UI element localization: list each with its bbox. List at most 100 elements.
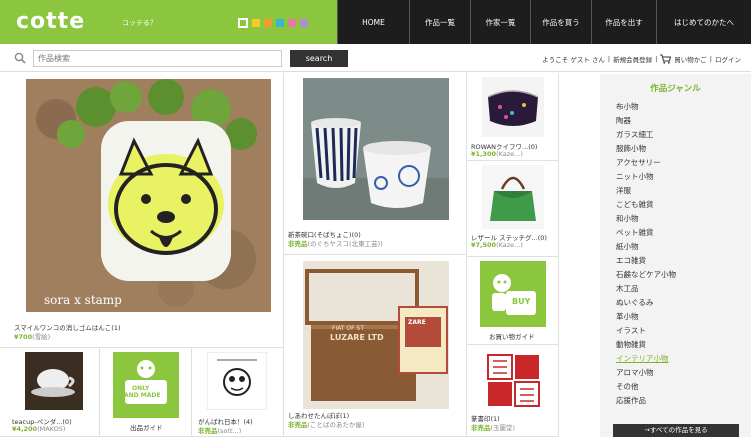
genre-link[interactable]: 革小物 [616,310,676,324]
swatch-yellow[interactable] [252,19,260,27]
product-image-stamp[interactable] [26,79,271,312]
nav-home[interactable]: HOME [337,0,409,44]
product-image-pouch[interactable] [482,77,544,137]
artist-name[interactable]: (sott...) [218,427,242,435]
genre-link[interactable]: 紙小物 [616,240,676,254]
guide-caption[interactable]: お買い物ガイド [489,331,535,341]
nav-works[interactable]: 作品一覧 [409,0,470,44]
genre-link[interactable]: その他 [616,380,676,394]
product-card-pouch[interactable]: ROWANクイフワ...(0) ¥1,300(Kaze...) [467,73,559,161]
genre-link[interactable]: 応援作品 [616,394,676,408]
genre-link[interactable]: ニット小物 [616,170,676,184]
box-label-sub: FIAT OF ST [332,325,364,332]
badge-text-bottom: HAND MADE [119,392,161,399]
genre-link[interactable]: 洋服 [616,184,676,198]
swatch-pink[interactable] [288,19,296,27]
genre-link[interactable]: イラスト [616,324,676,338]
swatch-purple[interactable] [300,19,308,27]
main-nav: HOME 作品一覧 作家一覧 作品を買う 作品を出す はじめてのかたへ [337,0,751,44]
product-image-seal[interactable] [482,349,544,411]
guide-card-handmade[interactable]: ONLY HAND MADE 出品ガイド [100,348,192,437]
price-value: 非売品 [198,427,218,435]
product-card-seal[interactable]: 篆書印(1) 非売品(玉蘭堂) [467,345,559,437]
genre-link[interactable]: 服飾小物 [616,142,676,156]
search-button[interactable]: search [290,50,348,67]
product-card-robot[interactable]: がんばれ日本！(4) 非売品(sott...) [192,348,284,437]
view-all-button[interactable]: →すべての作品を見る [613,424,739,437]
price-value: 非売品 [471,424,491,432]
search-input[interactable] [33,50,282,67]
nav-buy[interactable]: 作品を買う [530,0,591,44]
genre-title: 作品ジャンル [650,84,701,94]
genre-link[interactable]: ガラス細工 [616,128,676,142]
artist-name[interactable]: (Kaze...) [496,241,523,249]
product-price: ¥7,500(Kaze...) [471,241,523,249]
product-card-stamp[interactable]: sora x stamp スマイルワンコの消しゴムはんこ(1) ¥700(雪絵) [0,73,284,348]
artist-name[interactable]: (ことばのあたか屋) [308,421,365,429]
genre-link[interactable]: 石鹸などケア小物 [616,268,676,282]
swatch-blue[interactable] [276,19,284,27]
product-price: 非売品(のぐちヤスコ(北東工芸)) [288,238,383,248]
artist-name[interactable]: (MAKOS) [37,425,65,433]
price-value: ¥7,500 [471,241,497,249]
product-image-bag[interactable] [482,165,544,229]
product-price: 非売品(玉蘭堂) [471,422,515,432]
genre-link[interactable]: 動物雑貨 [616,338,676,352]
artist-name[interactable]: (玉蘭堂) [491,424,516,432]
buy-badge-icon[interactable] [480,261,546,327]
nav-sell[interactable]: 作品を出す [591,0,656,44]
genre-link[interactable]: アクセサリー [616,156,676,170]
product-price: 非売品(sott...) [198,425,241,435]
separator: | [607,55,611,63]
genre-link[interactable]: 和小物 [616,212,676,226]
cart-link[interactable]: 買い物かご [674,54,707,64]
login-link[interactable]: ログイン [715,54,741,64]
artist-name[interactable]: (Kaze...) [496,150,523,158]
genre-link[interactable]: 陶器 [616,114,676,128]
product-card-box[interactable]: LUZARE LTD FIAT OF ST ZARE しあわせたんぽぽ(1) 非… [284,255,467,437]
price-value: ¥700 [14,333,33,341]
genre-link[interactable]: 木工品 [616,282,676,296]
product-image-teacup[interactable] [25,352,83,410]
guide-card-buy[interactable]: BUY お買い物ガイド [467,257,559,345]
buy-badge-text: BUY [512,297,531,306]
separator: | [709,55,712,63]
artist-name[interactable]: (のぐちヤスコ(北東工芸)) [308,240,383,248]
genre-link[interactable]: こども雑貨 [616,198,676,212]
logo-area: cotte コッテる？ [0,0,337,44]
product-price: ¥700(雪絵) [14,331,50,341]
color-swatches [238,18,308,28]
product-image-robot[interactable] [207,352,267,410]
nav-artists[interactable]: 作家一覧 [470,0,530,44]
search-row: search ようこそ ゲスト さん | 新規会員登録 | 買い物かご | ログ… [0,46,751,72]
genre-link[interactable]: インテリア小物 [616,352,676,366]
genre-list: 布小物 陶器 ガラス細工 服飾小物 アクセサリー ニット小物 洋服 こども雑貨 和小物 ペット雑貨… [616,100,676,408]
genre-link[interactable]: エコ雑貨 [616,254,676,268]
price-value: 非売品 [288,421,308,429]
guide-caption[interactable]: 出品ガイド [130,422,163,432]
product-card-bag[interactable]: レザール ステッチグ...(0) ¥7,500(Kaze...) [467,161,559,257]
genre-link[interactable]: アロマ小物 [616,366,676,380]
product-card-cups[interactable]: 新茶碗口(そばちょこ)(0) 非売品(のぐちヤスコ(北東工芸)) [284,73,467,255]
product-image-cups[interactable] [303,78,449,220]
book-cover-text: ZARE [408,319,426,326]
genre-link[interactable]: ぬいぐるみ [616,296,676,310]
register-link[interactable]: 新規会員登録 [613,54,652,64]
cart-icon[interactable] [660,54,672,64]
badge-text-top: ONLY [132,385,150,392]
user-links: ようこそ ゲスト さん | 新規会員登録 | 買い物かご | ログイン [542,54,741,64]
genre-link[interactable]: ペット雑貨 [616,226,676,240]
site-header: cotte コッテる？ HOME 作品一覧 作家一覧 作品を買う 作品を出す は… [0,0,751,44]
product-price: 非売品(ことばのあたか屋) [288,419,365,429]
genre-sidebar: 作品ジャンル 布小物 陶器 ガラス細工 服飾小物 アクセサリー ニット小物 洋服 こども雑貨和… [600,74,751,437]
product-card-teacup[interactable]: teacup-ペンダ...(0) ¥4,200(MAKOS) [0,348,100,437]
genre-link[interactable]: 布小物 [616,100,676,114]
site-tagline: コッテる？ [122,19,157,27]
swatch-orange[interactable] [264,19,272,27]
site-logo[interactable]: cotte [16,9,85,34]
artist-name[interactable]: (雪絵) [32,333,50,341]
swatch-outline[interactable] [238,18,248,28]
stamp-overlay-text: sora x stamp [44,293,122,307]
product-price: ¥4,200(MAKOS) [12,425,65,433]
nav-first-time[interactable]: はじめてのかたへ [656,0,751,44]
